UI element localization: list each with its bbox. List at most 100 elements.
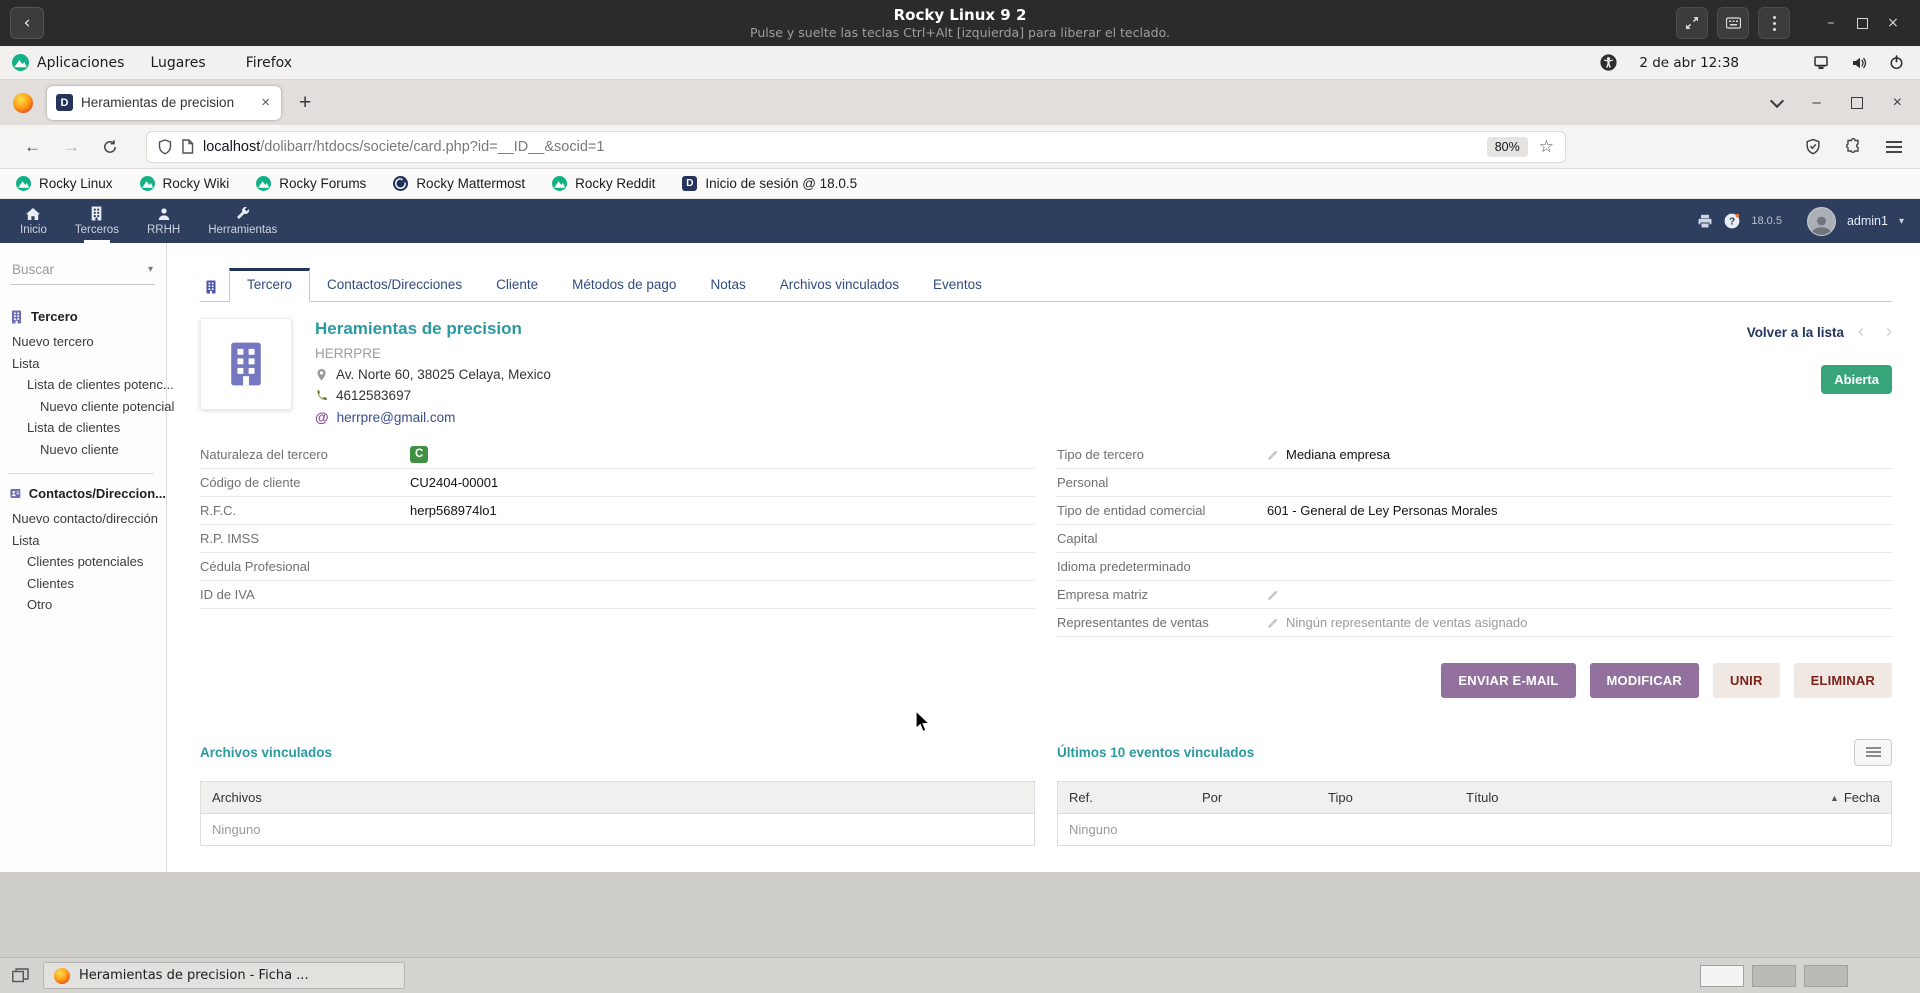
account-shield-icon[interactable] [1805, 138, 1821, 155]
taskbar-window-button[interactable]: Heramientas de precision - Ficha ... [43, 962, 405, 989]
edit-pencil-icon[interactable] [1267, 589, 1279, 601]
printer-icon[interactable] [1697, 214, 1713, 229]
sidebar-item-lista[interactable]: Lista [0, 353, 166, 375]
show-desktop-button[interactable] [12, 968, 29, 983]
column-fecha[interactable]: ▲Fecha [1830, 790, 1880, 805]
bookmark-rocky-wiki[interactable]: Rocky Wiki [140, 176, 230, 191]
history-forward-button[interactable]: → [63, 137, 80, 157]
menu-rrhh[interactable]: RRHH [133, 199, 194, 243]
sidebar-item-nuevo-tercero[interactable]: Nuevo tercero [0, 331, 166, 353]
firefox-icon[interactable] [13, 93, 33, 113]
tab-close-icon[interactable]: × [259, 94, 272, 111]
window-minimize-button[interactable]: – [1812, 94, 1820, 111]
modify-button[interactable]: MODIFICAR [1590, 663, 1699, 698]
merge-button[interactable]: UNIR [1713, 663, 1780, 698]
prev-record-icon[interactable]: ‹ [1858, 321, 1864, 342]
sidebar-item-nuevo-cliente-potencial[interactable]: Nuevo cliente potencial [0, 396, 166, 418]
url-bar[interactable]: localhost/dolibarr/htdocs/societe/card.p… [146, 131, 1566, 163]
keyboard-button[interactable] [1717, 7, 1749, 39]
menu-herramientas[interactable]: Herramientas [194, 199, 291, 243]
clock[interactable]: 2 de abr 12:38 [1639, 55, 1739, 71]
column-tipo[interactable]: Tipo [1328, 790, 1466, 805]
user-menu-caret-icon[interactable]: ▾ [1899, 216, 1904, 227]
bookmark-star-icon[interactable]: ☆ [1539, 137, 1554, 157]
tab-contactos-direcciones[interactable]: Contactos/Direcciones [310, 269, 479, 301]
tab-notas[interactable]: Notas [693, 269, 762, 301]
new-tab-button[interactable]: + [299, 91, 311, 115]
sidebar-section-header[interactable]: Contactos/Direccion... [0, 486, 166, 501]
sidebar-item-nuevo-contacto[interactable]: Nuevo contacto/dirección [0, 508, 166, 530]
vm-restore-button[interactable] [1851, 8, 1873, 38]
sidebar-item-lista-clientes-potenciales[interactable]: Lista de clientes potenc... [0, 374, 166, 396]
vm-close-button[interactable]: × [1882, 8, 1904, 38]
next-record-icon[interactable]: › [1886, 321, 1892, 342]
column-ref[interactable]: Ref. [1069, 790, 1202, 805]
vm-minimize-button[interactable]: – [1820, 8, 1842, 38]
column-archivos[interactable]: Archivos [212, 790, 262, 805]
power-icon[interactable] [1889, 55, 1904, 70]
bookmark-rocky-linux[interactable]: Rocky Linux [16, 176, 113, 191]
window-close-button[interactable]: × [1893, 94, 1902, 112]
sidebar-divider [8, 473, 154, 474]
workspace-2[interactable] [1752, 965, 1796, 987]
edit-pencil-icon[interactable] [1267, 449, 1279, 461]
tab-cliente[interactable]: Cliente [479, 269, 555, 301]
menu-firefox[interactable]: Firefox [246, 55, 292, 71]
reload-button[interactable] [102, 139, 118, 155]
window-restore-button[interactable] [1851, 97, 1863, 109]
vm-menu-button[interactable] [1758, 7, 1790, 39]
workspace-1[interactable] [1700, 965, 1744, 987]
network-icon[interactable] [1813, 56, 1829, 70]
sidebar-item-clientes-potenciales[interactable]: Clientes potenciales [0, 551, 166, 573]
tab-eventos[interactable]: Eventos [916, 269, 999, 301]
logged-user-name[interactable]: admin1 [1847, 214, 1888, 228]
bookmark-dolibarr-login[interactable]: D Inicio de sesión @ 18.0.5 [682, 176, 857, 191]
search-input[interactable] [10, 261, 148, 278]
sidebar-item-nuevo-cliente[interactable]: Nuevo cliente [0, 439, 166, 461]
send-email-button[interactable]: ENVIAR E-MAIL [1441, 663, 1575, 698]
vm-back-button[interactable]: ‹ [10, 7, 44, 39]
menu-terceros[interactable]: Terceros [61, 199, 133, 243]
sidebar-item-clientes[interactable]: Clientes [0, 573, 166, 595]
back-to-list-link[interactable]: Volver a la lista [1747, 325, 1844, 340]
search-caret-icon[interactable]: ▾ [148, 264, 153, 275]
column-titulo[interactable]: Título [1466, 790, 1830, 805]
volume-icon[interactable] [1851, 56, 1867, 70]
menu-inicio[interactable]: Inicio [6, 199, 61, 243]
fullscreen-button[interactable] [1676, 7, 1708, 39]
browser-tab[interactable]: D Heramientas de precision × [47, 86, 281, 120]
history-back-button[interactable]: ← [24, 137, 41, 157]
field-row: Idioma predeterminado [1057, 553, 1892, 581]
delete-button[interactable]: ELIMINAR [1794, 663, 1892, 698]
field-row: Tipo de tercero Mediana empresa [1057, 441, 1892, 469]
tab-archivos-vinculados[interactable]: Archivos vinculados [763, 269, 916, 301]
menu-lugares[interactable]: Lugares [150, 55, 205, 71]
extensions-puzzle-icon[interactable] [1845, 138, 1862, 155]
events-list-view-button[interactable] [1854, 739, 1892, 766]
edit-pencil-icon[interactable] [1267, 617, 1279, 629]
sidebar-search[interactable]: ▾ [10, 261, 155, 285]
sidebar-item-lista-de-clientes[interactable]: Lista de clientes [0, 417, 166, 439]
sidebar-item-lista-contactos[interactable]: Lista [0, 530, 166, 552]
menu-aplicaciones[interactable]: Aplicaciones [12, 54, 124, 71]
zoom-level-badge[interactable]: 80% [1487, 137, 1528, 157]
tab-tercero[interactable]: Tercero [229, 268, 310, 302]
tab-metodos-de-pago[interactable]: Métodos de pago [555, 269, 693, 301]
help-button[interactable]: ? [1724, 213, 1740, 229]
bookmark-rocky-mattermost[interactable]: Rocky Mattermost [393, 176, 525, 191]
bookmark-rocky-reddit[interactable]: Rocky Reddit [552, 176, 655, 191]
bookmark-rocky-forums[interactable]: Rocky Forums [256, 176, 366, 191]
accessibility-icon[interactable] [1600, 54, 1617, 71]
workspace-3[interactable] [1804, 965, 1848, 987]
column-por[interactable]: Por [1202, 790, 1328, 805]
sidebar-item-otro[interactable]: Otro [0, 594, 166, 616]
user-avatar[interactable] [1807, 207, 1836, 236]
company-phone[interactable]: 4612583697 [336, 388, 411, 403]
app-menu-hamburger-icon[interactable] [1886, 146, 1902, 148]
sidebar-section-header[interactable]: Tercero [0, 309, 166, 324]
url-text[interactable]: localhost/dolibarr/htdocs/societe/card.p… [203, 139, 604, 155]
shield-icon[interactable] [158, 139, 172, 155]
company-email[interactable]: herrpre@gmail.com [337, 410, 456, 425]
list-tabs-icon[interactable] [1770, 93, 1784, 107]
page-info-icon[interactable] [181, 139, 194, 154]
